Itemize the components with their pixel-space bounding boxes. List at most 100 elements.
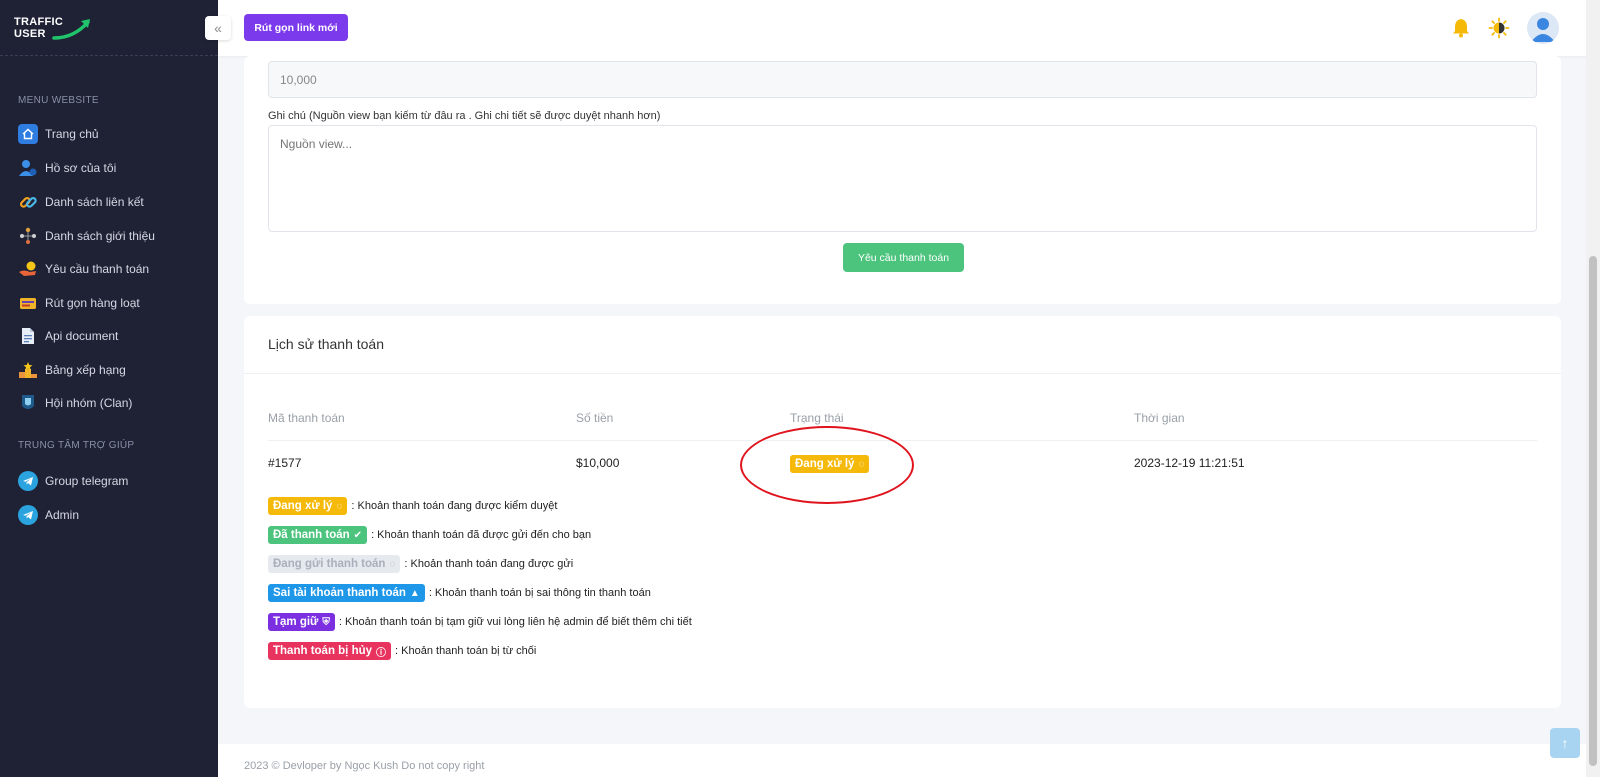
legend-badge: Tạm giữ ⛨ xyxy=(268,613,335,631)
scroll-to-top-button[interactable]: ↑ xyxy=(1550,728,1580,758)
sidebar-item-payment[interactable]: Yêu cầu thanh toán xyxy=(18,258,208,280)
arrow-up-icon: ↑ xyxy=(1561,735,1569,751)
ranking-icon xyxy=(18,360,38,380)
sidebar-item-label: Danh sách giới thiệu xyxy=(45,229,155,243)
telegram-icon xyxy=(18,471,38,491)
legend-item: Đang xử lý ◌ : Khoản thanh toán đang đượ… xyxy=(268,497,557,515)
sidebar-item-label: Yêu cầu thanh toán xyxy=(45,262,150,276)
status-badge: Đang xử lý ◌ xyxy=(790,454,870,473)
sidebar-item-label: Hội nhóm (Clan) xyxy=(45,396,133,410)
clan-icon xyxy=(18,393,38,413)
sidebar-item-admin[interactable]: Admin xyxy=(18,504,208,526)
legend-badge-label: Đang xử lý xyxy=(273,500,333,512)
sidebar-item-api-document[interactable]: Api document xyxy=(18,325,208,347)
link-icon xyxy=(18,192,38,212)
history-title: Lịch sử thanh toán xyxy=(268,336,385,352)
sidebar: TRAFFIC USER MENU WEBSITE Trang chủ Hồ s… xyxy=(0,0,218,777)
legend-item: Tạm giữ ⛨ : Khoản thanh toán bị tạm giữ … xyxy=(268,613,692,631)
sidebar-item-label: Group telegram xyxy=(45,474,129,488)
user-profile-icon xyxy=(18,158,38,178)
footer: 2023 © Devloper by Ngọc Kush Do not copy… xyxy=(218,744,1586,777)
sidebar-item-home[interactable]: Trang chủ xyxy=(18,123,208,145)
referral-icon xyxy=(18,226,38,246)
sidebar-item-label: Rút gọn hàng loạt xyxy=(45,296,140,310)
sidebar-item-referrals[interactable]: Danh sách giới thiệu xyxy=(18,225,208,247)
note-textarea[interactable] xyxy=(268,125,1537,232)
sidebar-item-label: Api document xyxy=(45,329,119,343)
legend-badge: Đang xử lý ◌ xyxy=(268,497,348,515)
warning-icon: ▲ xyxy=(409,587,420,599)
legend-badge: Đã thanh toán ✔ xyxy=(268,526,368,544)
spinner-icon: ◌ xyxy=(336,500,343,512)
column-header-status: Trạng thái xyxy=(790,411,844,425)
legend-description: : Khoản thanh toán bị sai thông tin than… xyxy=(428,587,651,599)
legend-badge: Đang gửi thanh toán ◌ xyxy=(268,555,401,573)
page-scrollbar[interactable] xyxy=(1586,0,1600,777)
legend-badge: Thanh toán bị hủy ⓘ xyxy=(268,642,392,660)
legend-badge-label: Đang gửi thanh toán xyxy=(273,558,386,570)
sidebar-item-ranking[interactable]: Bảng xếp hạng xyxy=(18,359,208,381)
payment-id: #1577 xyxy=(268,456,302,470)
home-icon xyxy=(18,124,38,144)
payment-icon xyxy=(18,259,38,279)
spinner-icon: ◌ xyxy=(858,458,865,470)
shorten-new-link-button[interactable]: Rút gọn link mới xyxy=(244,14,348,41)
legend-item: Sai tài khoản thanh toán ▲ : Khoản thanh… xyxy=(268,584,651,602)
legend-badge-label: Sai tài khoản thanh toán xyxy=(273,587,406,599)
payment-request-card: 10,000 Ghi chú (Nguồn view bạn kiếm từ đ… xyxy=(244,56,1561,304)
payment-amount: $10,000 xyxy=(576,456,620,470)
logo[interactable]: TRAFFIC USER xyxy=(14,14,90,42)
footer-text: 2023 © Devloper by Ngọc Kush Do not copy… xyxy=(244,760,485,772)
sidebar-item-label: Admin xyxy=(45,508,80,522)
request-payment-button[interactable]: Yêu cầu thanh toán xyxy=(843,243,964,272)
scrollbar-thumb[interactable] xyxy=(1589,256,1597,766)
document-icon xyxy=(18,326,38,346)
bell-icon[interactable] xyxy=(1449,16,1473,40)
card-divider xyxy=(244,373,1561,374)
sidebar-item-label: Trang chủ xyxy=(45,127,99,141)
check-circle-icon: ✔ xyxy=(353,529,363,541)
sidebar-item-links[interactable]: Danh sách liên kết xyxy=(18,191,208,213)
sidebar-collapse-button[interactable]: « xyxy=(205,16,231,40)
legend-description: : Khoản thanh toán đang được gửi xyxy=(404,558,574,570)
legend-description: : Khoản thanh toán đã được gửi đến cho b… xyxy=(371,529,592,541)
sidebar-section-help: TRUNG TÂM TRỢ GIÚP xyxy=(18,440,135,451)
column-header-time: Thời gian xyxy=(1134,411,1185,425)
legend-badge-label: Thanh toán bị hủy xyxy=(273,645,373,657)
top-header: Rút gọn link mới xyxy=(218,0,1586,56)
legend-badge-label: Tạm giữ xyxy=(273,616,319,628)
legend-description: : Khoản thanh toán bị tạm giữ vui lòng l… xyxy=(338,616,692,628)
legend-item: Thanh toán bị hủy ⓘ : Khoản thanh toán b… xyxy=(268,642,536,660)
sidebar-item-group-telegram[interactable]: Group telegram xyxy=(18,470,208,492)
column-header-id: Mã thanh toán xyxy=(268,411,345,425)
table-divider xyxy=(268,440,1537,441)
payment-history-card: Lịch sử thanh toán Mã thanh toán Số tiền… xyxy=(244,316,1561,708)
legend-item: Đang gửi thanh toán ◌ : Khoản thanh toán… xyxy=(268,555,573,573)
sidebar-item-bulk-shorten[interactable]: Rút gọn hàng loạt xyxy=(18,292,208,314)
spinner-icon: ◌ xyxy=(389,558,396,570)
payment-time: 2023-12-19 11:21:51 xyxy=(1134,456,1245,470)
avatar[interactable] xyxy=(1527,12,1559,44)
status-badge-label: Đang xử lý xyxy=(795,458,855,470)
logo-line-2: USER xyxy=(14,28,46,40)
legend-description: : Khoản thanh toán đang được kiểm duyệt xyxy=(351,500,558,512)
note-label: Ghi chú (Nguồn view bạn kiếm từ đâu ra .… xyxy=(268,110,661,122)
sidebar-item-label: Bảng xếp hạng xyxy=(45,363,126,377)
telegram-icon xyxy=(18,505,38,525)
sidebar-item-clan[interactable]: Hội nhóm (Clan) xyxy=(18,392,208,414)
sidebar-item-profile[interactable]: Hồ sơ của tôi xyxy=(18,157,208,179)
legend-item: Đã thanh toán ✔ : Khoản thanh toán đã đư… xyxy=(268,526,591,544)
bulk-shorten-icon xyxy=(18,293,38,313)
theme-toggle-icon[interactable] xyxy=(1487,16,1511,40)
legend-badge-label: Đã thanh toán xyxy=(273,529,350,541)
chevron-double-left-icon: « xyxy=(214,20,222,36)
sidebar-divider xyxy=(0,55,218,56)
sidebar-item-label: Danh sách liên kết xyxy=(45,195,144,209)
amount-input[interactable]: 10,000 xyxy=(268,61,1537,98)
sidebar-section-menu: MENU WEBSITE xyxy=(18,95,99,106)
legend-description: : Khoản thanh toán bị từ chối xyxy=(395,645,537,657)
sidebar-item-label: Hồ sơ của tôi xyxy=(45,161,117,175)
legend-badge: Sai tài khoản thanh toán ▲ xyxy=(268,584,425,602)
logo-arrow-icon xyxy=(52,19,90,40)
info-circle-icon: ⓘ xyxy=(376,647,387,659)
